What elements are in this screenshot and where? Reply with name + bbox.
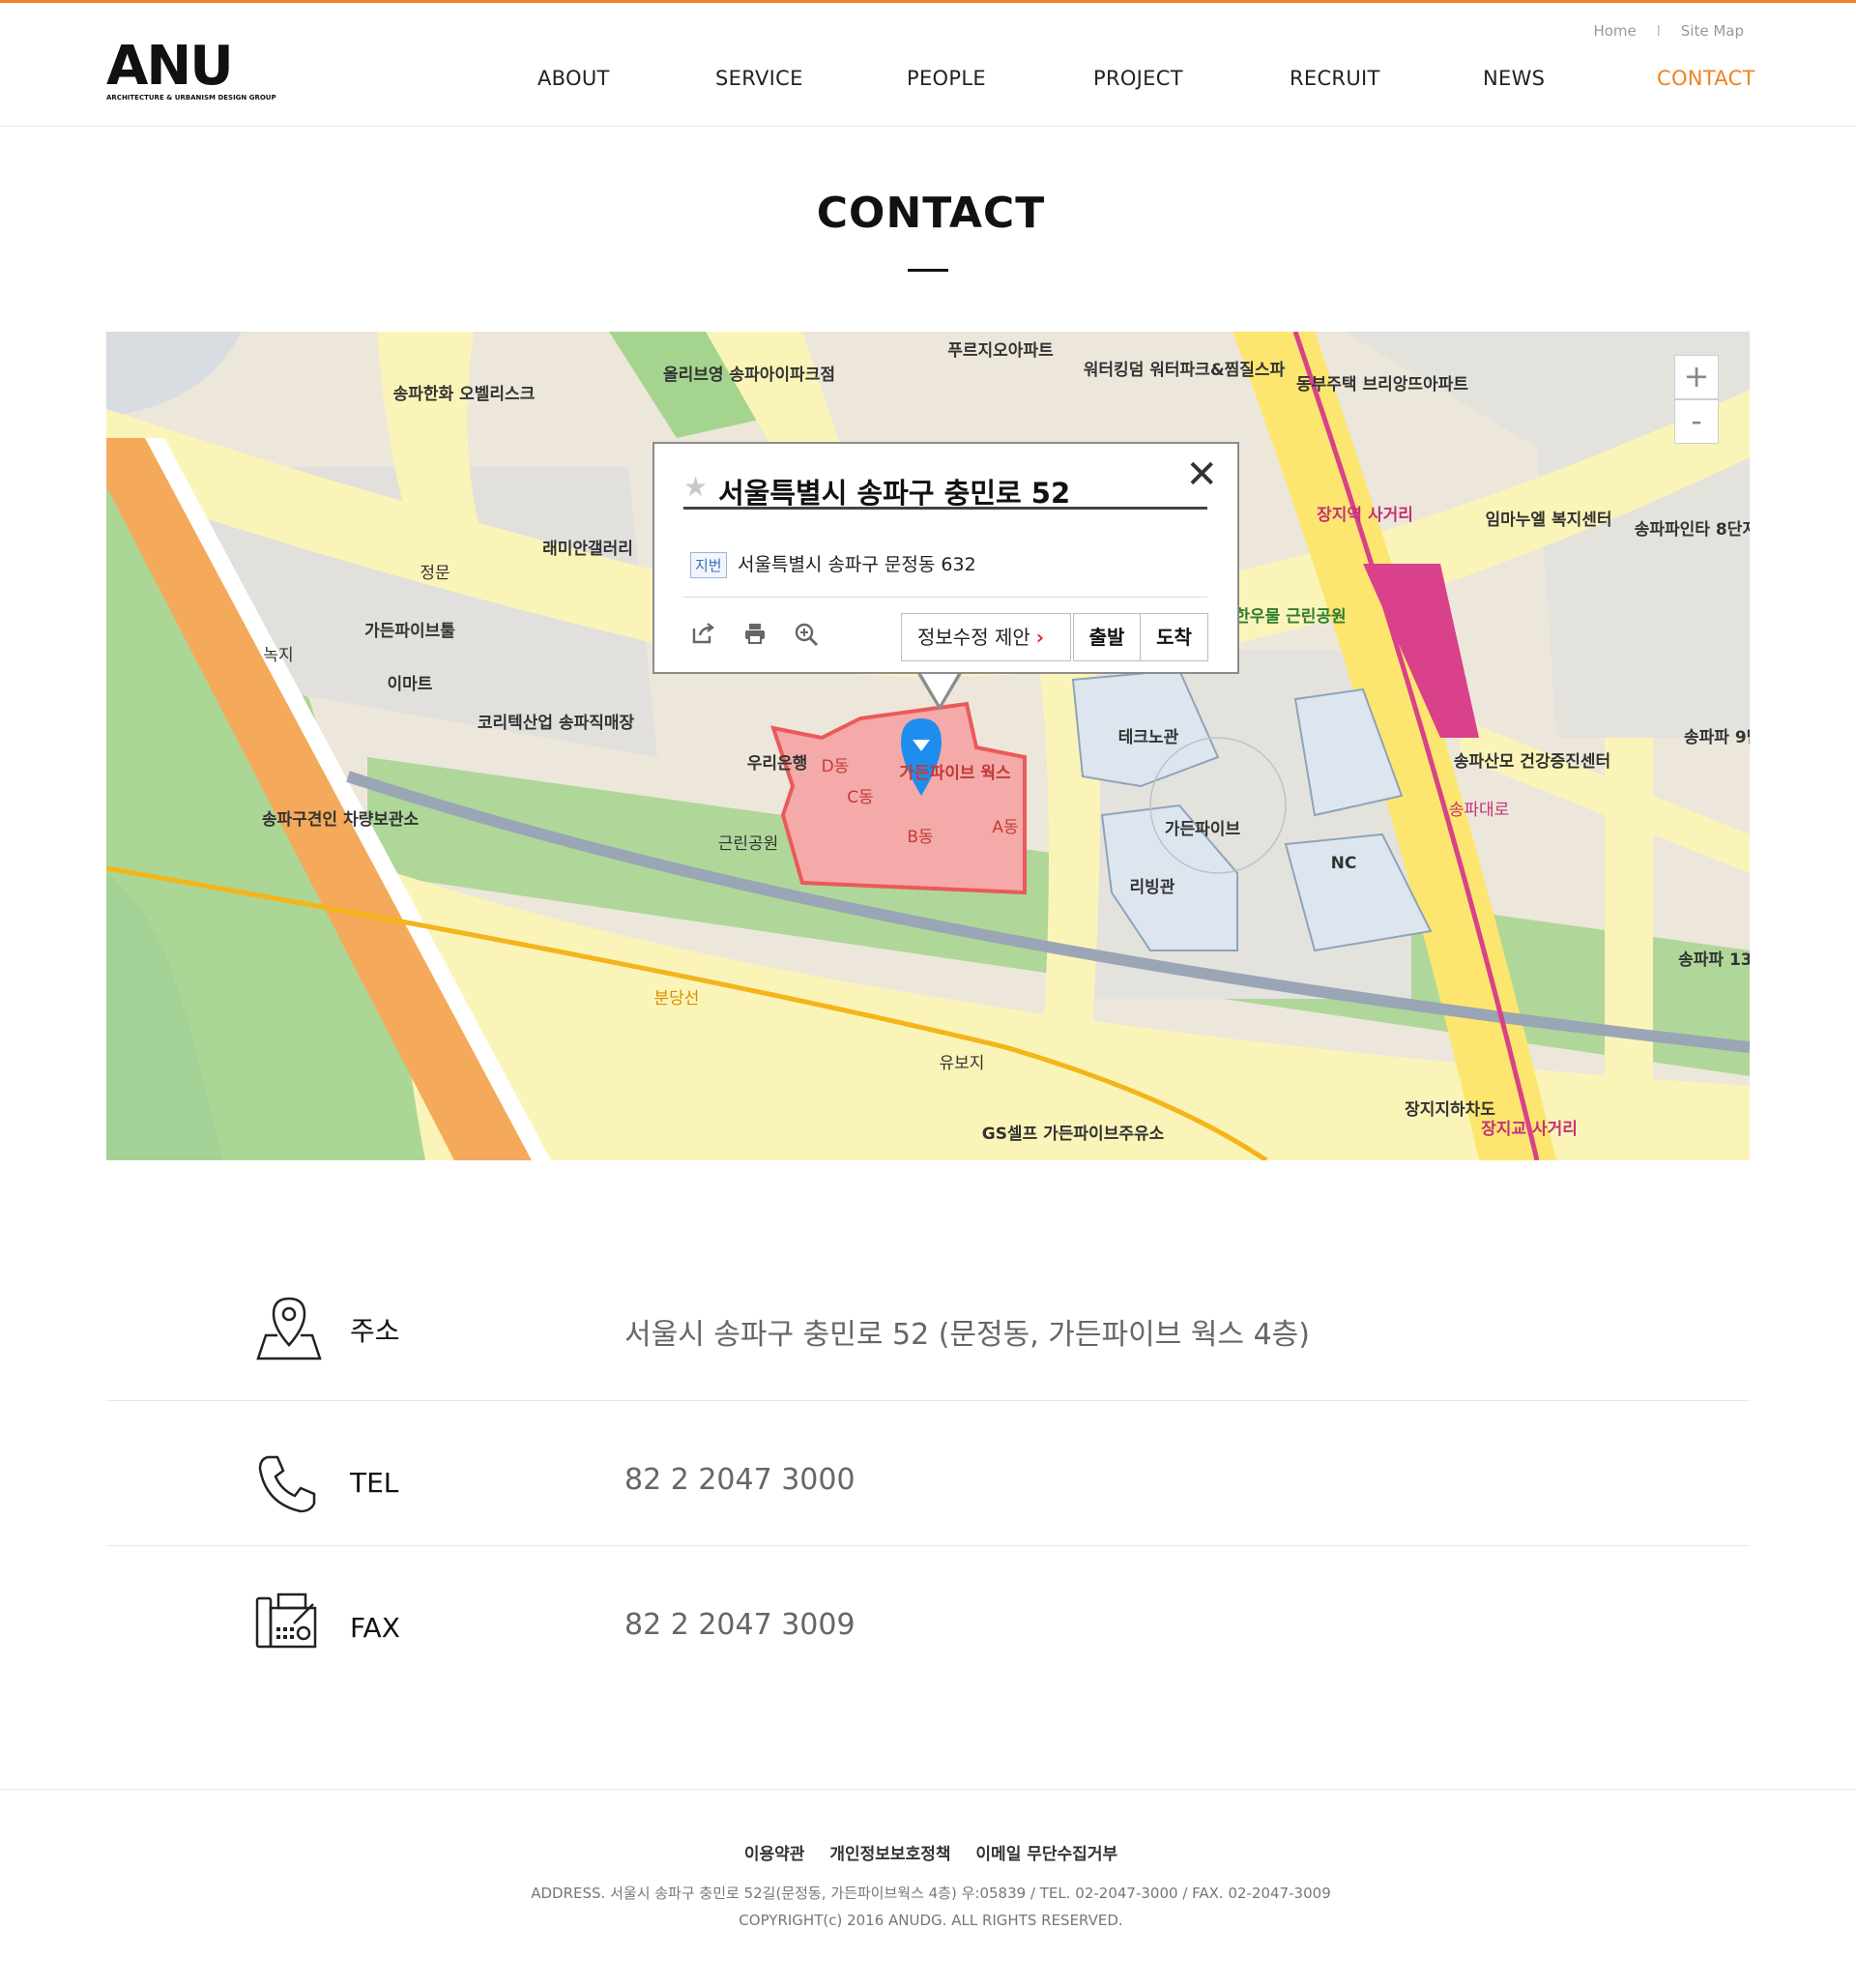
- phone-icon: [256, 1453, 318, 1519]
- address-label: 주소: [350, 1315, 400, 1347]
- map-label: 유보지: [940, 1054, 985, 1073]
- map-label: A동: [992, 818, 1018, 837]
- map-label: NC: [1331, 854, 1357, 873]
- map-label: 송파파인타 8단지아파: [1635, 520, 1750, 540]
- util-separator: I: [1656, 22, 1661, 40]
- popup-title-row: ★ 서울특별시 송파구 충민로 52: [683, 469, 1207, 510]
- map-label: D동: [822, 757, 850, 776]
- nav-recruit[interactable]: RECRUIT: [1290, 67, 1380, 90]
- nav-project[interactable]: PROJECT: [1093, 67, 1183, 90]
- map-label: 이마트: [388, 675, 433, 694]
- map-label: 정문: [420, 564, 450, 583]
- map-label: 한우물 근린공원: [1234, 607, 1346, 627]
- map-label: 녹지: [263, 646, 293, 665]
- map-label: 동부주택 브리앙뜨아파트: [1296, 375, 1468, 395]
- footer-copyright: COPYRIGHT(c) 2016 ANUDG. ALL RIGHTS RESE…: [739, 1912, 1123, 1929]
- terms-link[interactable]: 이용약관: [744, 1845, 805, 1864]
- close-icon[interactable]: ✕: [1185, 455, 1218, 494]
- jibun-badge: 지번: [690, 552, 727, 578]
- popup-tail-inner: [919, 670, 960, 705]
- nav-people[interactable]: PEOPLE: [907, 67, 986, 90]
- map-label: 리빙관: [1130, 878, 1175, 897]
- tel-row: TEL 82 2 2047 3000: [106, 1446, 1750, 1523]
- map-label: 송파구견인 차량보관소: [262, 810, 420, 830]
- map-label: 송파대로: [1449, 801, 1510, 820]
- map-label: B동: [907, 828, 933, 847]
- map-label: C동: [847, 788, 874, 807]
- title-underline: [908, 269, 948, 272]
- logo[interactable]: ANU ARCHITECTURE & URBANISM DESIGN GROUP: [106, 35, 276, 102]
- row-divider: [106, 1400, 1750, 1401]
- map-label: 송파한화 오벨리스크: [393, 385, 536, 404]
- location-pin-icon: [256, 1295, 322, 1366]
- popup-divider: [683, 597, 1207, 598]
- map-label: 올리브영 송파아이파크점: [663, 365, 835, 385]
- map-label: 장지교 사거리: [1481, 1120, 1578, 1139]
- nav-news[interactable]: NEWS: [1483, 67, 1545, 90]
- map-label: 가든파이브: [1165, 820, 1241, 839]
- report-edit-button[interactable]: 정보수정 제안 ›: [901, 613, 1071, 661]
- site-header: ANU ARCHITECTURE & URBANISM DESIGN GROUP…: [0, 3, 1856, 127]
- map-label: 장지지하차도: [1405, 1100, 1495, 1120]
- nav-contact[interactable]: CONTACT: [1657, 67, 1755, 90]
- email-policy-link[interactable]: 이메일 무단수집거부: [975, 1845, 1117, 1864]
- map-zoom-in-button[interactable]: +: [1674, 355, 1719, 399]
- star-icon[interactable]: ★: [683, 471, 708, 503]
- footer-links: 이용약관 개인정보보호정책 이메일 무단수집거부: [0, 1840, 1856, 1864]
- route-buttons: 출발 도착: [1073, 613, 1208, 661]
- route-start-button[interactable]: 출발: [1074, 614, 1141, 660]
- tel-value[interactable]: 82 2 2047 3000: [624, 1463, 856, 1497]
- logo-tagline: ARCHITECTURE & URBANISM DESIGN GROUP: [106, 94, 276, 102]
- route-arrive-button[interactable]: 도착: [1141, 614, 1207, 660]
- map-label: 분당선: [654, 989, 700, 1009]
- utility-links: Home I Site Map: [1593, 22, 1744, 40]
- map-label: 테크노관: [1118, 728, 1179, 747]
- map-label: 워터킹덤 워터파크&찜질스파: [1084, 360, 1286, 380]
- fax-value: 82 2 2047 3009: [624, 1608, 856, 1642]
- popup-title: 서울특별시 송파구 충민로 52: [718, 477, 1071, 510]
- chevron-right-icon: ›: [1035, 626, 1045, 649]
- map-label: 근린공원: [718, 834, 779, 854]
- map-label: 장지역 사거리: [1317, 506, 1413, 525]
- jibun-address: 서울특별시 송파구 문정동 632: [738, 554, 976, 575]
- map-label: 임마누엘 복지센터: [1485, 510, 1611, 530]
- map-label: GS셀프 가든파이브주유소: [982, 1125, 1165, 1144]
- page-title: CONTACT: [816, 189, 1046, 238]
- fax-icon: [255, 1593, 319, 1654]
- address-value: 서울시 송파구 충민로 52 (문정동, 가든파이브 웍스 4층): [624, 1318, 1310, 1352]
- map-label: 송파파 9단지: [1684, 728, 1750, 747]
- map-zoom-out-button[interactable]: -: [1674, 399, 1719, 444]
- nav-service[interactable]: SERVICE: [715, 67, 803, 90]
- fax-label: FAX: [350, 1612, 400, 1644]
- map-label: 푸르지오아파트: [947, 341, 1054, 361]
- footer-address: ADDRESS. 서울시 송파구 충민로 52길(문정동, 가든파이브웍스 4층…: [531, 1885, 1331, 1902]
- nav-about[interactable]: ABOUT: [537, 67, 610, 90]
- address-row: 주소 서울시 송파구 충민로 52 (문정동, 가든파이브 웍스 4층): [106, 1291, 1750, 1368]
- main-nav: ABOUT SERVICE PEOPLE PROJECT RECRUIT NEW…: [537, 67, 1754, 96]
- tel-label: TEL: [350, 1467, 399, 1499]
- place-popup: ★ 서울특별시 송파구 충민로 52 ✕ 지번 서울특별시 송파구 문정동 63…: [652, 442, 1239, 674]
- map-label: 코리텍산업 송파직매장: [478, 714, 635, 733]
- map-label: 가든파이브툴: [364, 622, 455, 641]
- map-label: 가든파이브 웍스: [899, 764, 1011, 783]
- map-label: 송파산모 건강증진센터: [1454, 752, 1610, 772]
- location-map[interactable]: 송파한화 오벨리스크 올리브영 송파아이파크점 푸르지오아파트 워터킹덤 워터파…: [106, 332, 1750, 1160]
- row-divider: [106, 1545, 1750, 1546]
- privacy-link[interactable]: 개인정보보호정책: [829, 1845, 950, 1864]
- sitemap-link[interactable]: Site Map: [1681, 22, 1744, 40]
- map-label: 송파파 13단지: [1678, 950, 1750, 970]
- logo-wordmark: ANU: [106, 35, 234, 98]
- site-footer: 이용약관 개인정보보호정책 이메일 무단수집거부 ADDRESS. 서울시 송파…: [0, 1789, 1856, 1988]
- report-edit-label: 정보수정 제안: [917, 626, 1030, 649]
- map-label: 래미안갤러리: [542, 540, 633, 559]
- map-label: 우리은행: [747, 754, 808, 774]
- home-link[interactable]: Home: [1593, 22, 1636, 40]
- fax-row: FAX 82 2 2047 3009: [106, 1591, 1750, 1668]
